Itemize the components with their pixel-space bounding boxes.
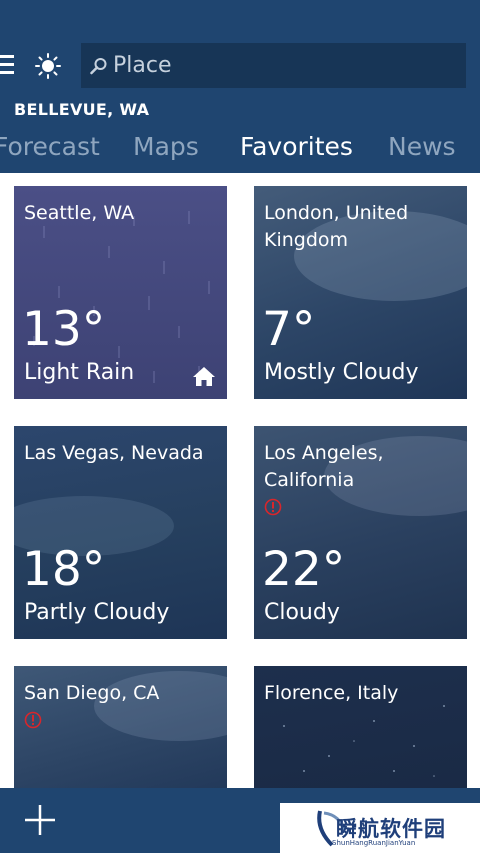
favorite-city: Seattle, WA xyxy=(24,202,135,224)
tab-favorites[interactable]: Favorites xyxy=(240,132,353,161)
alert-icon[interactable] xyxy=(24,711,42,729)
favorite-temperature: 22° xyxy=(262,542,346,597)
tab-news[interactable]: News xyxy=(388,132,456,161)
favorite-city: Los Angeles, California xyxy=(264,442,384,491)
current-location: BELLEVUE, WA xyxy=(14,100,150,119)
alert-icon[interactable] xyxy=(264,498,282,516)
hamburger-icon[interactable] xyxy=(0,55,14,75)
search-input[interactable] xyxy=(113,43,453,88)
favorite-tile-seattle[interactable]: Seattle, WA 13° Light Rain xyxy=(14,186,227,399)
favorite-city: Florence, Italy xyxy=(264,682,399,704)
favorite-city: London, United Kingdom xyxy=(264,202,409,251)
favorite-tile-las-vegas[interactable]: Las Vegas, Nevada 18° Partly Cloudy xyxy=(14,426,227,639)
search-icon xyxy=(90,58,107,75)
plus-icon[interactable] xyxy=(24,804,56,836)
favorite-city: Las Vegas, Nevada xyxy=(24,442,204,464)
favorite-condition: Light Rain xyxy=(24,360,135,385)
favorite-temperature: 13° xyxy=(22,302,106,357)
search-box[interactable] xyxy=(81,43,466,88)
tab-forecast[interactable]: Forecast xyxy=(0,132,100,161)
favorite-condition: Mostly Cloudy xyxy=(264,360,419,385)
favorite-temperature: 18° xyxy=(22,542,106,597)
favorite-tile-london[interactable]: London, United Kingdom 7° Mostly Cloudy xyxy=(254,186,467,399)
watermark-subtext: ShunHangRuanJianYuan xyxy=(332,839,416,847)
favorite-tile-san-diego[interactable]: San Diego, CA xyxy=(14,666,227,788)
sun-icon[interactable] xyxy=(35,53,61,79)
favorite-tile-los-angeles[interactable]: Los Angeles, California 22° Cloudy xyxy=(254,426,467,639)
favorite-city: San Diego, CA xyxy=(24,682,160,704)
favorite-tile-florence[interactable]: Florence, Italy xyxy=(254,666,467,788)
watermark: 瞬航软件园 ShunHangRuanJianYuan xyxy=(280,803,480,853)
favorite-condition: Partly Cloudy xyxy=(24,600,170,625)
tab-maps[interactable]: Maps xyxy=(133,132,199,161)
favorite-condition: Cloudy xyxy=(264,600,340,625)
favorite-temperature: 7° xyxy=(262,302,316,357)
home-icon xyxy=(193,367,215,386)
